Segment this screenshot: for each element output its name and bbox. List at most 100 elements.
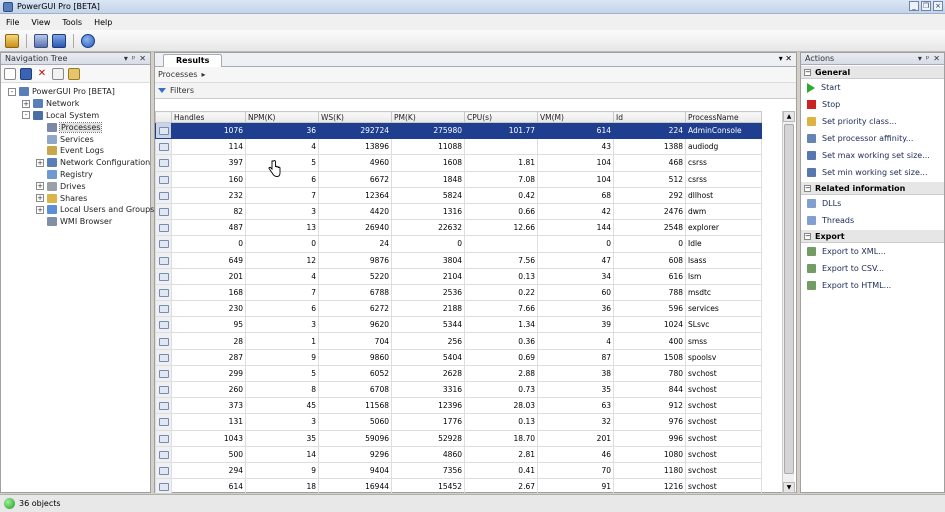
minimize-button[interactable]: _ <box>909 1 919 11</box>
action-set-priority-class[interactable]: Set priority class... <box>801 113 944 130</box>
collapse-icon[interactable]: − <box>804 68 811 76</box>
action-stop[interactable]: Stop <box>801 96 944 113</box>
help-icon[interactable] <box>81 33 95 48</box>
column-header-id[interactable]: Id <box>613 111 686 123</box>
collapse-icon[interactable]: - <box>22 111 30 120</box>
tree-item-network-configuration[interactable]: + Network Configuration <box>1 157 150 169</box>
maximize-button[interactable]: ❐ <box>921 1 931 11</box>
table-row[interactable]: 487 13 26940 22632 12.66 144 2548 explorer <box>155 219 762 237</box>
expand-icon[interactable]: + <box>36 194 44 203</box>
table-row[interactable]: 131 3 5060 1776 0.13 32 976 svchost <box>155 413 762 431</box>
expand-icon[interactable]: + <box>36 182 44 191</box>
new-item-icon[interactable] <box>4 67 16 80</box>
scroll-down-icon[interactable]: ▼ <box>783 482 795 493</box>
table-row[interactable]: 0 0 24 0 0 0 Idle <box>155 235 762 253</box>
action-dlls[interactable]: DLLs <box>801 195 944 212</box>
script-editor-icon[interactable] <box>34 33 48 48</box>
breadcrumb-arrow-icon[interactable]: ▸ <box>201 70 205 79</box>
action-set-processor-affinity[interactable]: Set processor affinity... <box>801 130 944 147</box>
navigate-icon[interactable] <box>5 33 19 48</box>
scroll-up-icon[interactable]: ▲ <box>783 111 795 122</box>
action-set-min-working-set-size[interactable]: Set min working set size... <box>801 164 944 181</box>
vertical-scrollbar[interactable]: ▲ ▼ <box>782 111 795 493</box>
table-row[interactable]: 160 6 6672 1848 7.08 104 512 csrss <box>155 170 762 188</box>
table-cell: 6788 <box>318 283 392 302</box>
table-row[interactable]: 1076 36 292724 275980 101.77 614 224 AdminConso… <box>155 121 762 140</box>
filters-bar[interactable]: Filters <box>155 83 796 99</box>
action-threads[interactable]: Threads <box>801 212 944 229</box>
tab-results[interactable]: Results <box>163 54 223 67</box>
action-export-to-csv[interactable]: Export to CSV... <box>801 260 944 277</box>
table-row[interactable]: 649 12 9876 3804 7.56 47 608 lsass <box>155 251 762 269</box>
menu-help[interactable]: Help <box>94 18 112 27</box>
actions-section-export[interactable]: − Export <box>801 230 944 243</box>
tree-item-registry[interactable]: Registry <box>1 169 150 181</box>
scroll-thumb[interactable] <box>784 124 794 474</box>
tree-item-drives[interactable]: + Drives <box>1 180 150 192</box>
tree-item-powergui-pro-beta[interactable]: - PowerGUI Pro [BETA] <box>1 86 150 98</box>
tree-item-local-system[interactable]: - Local System <box>1 110 150 122</box>
table-row[interactable]: 294 9 9404 7356 0.41 70 1180 svchost <box>155 461 762 480</box>
tree-item-wmi-browser[interactable]: WMI Browser <box>1 216 150 228</box>
import-icon[interactable] <box>68 67 80 80</box>
collapse-icon[interactable]: - <box>8 87 16 96</box>
action-set-max-working-set-size[interactable]: Set max working set size... <box>801 147 944 164</box>
powershell-icon[interactable] <box>52 33 66 48</box>
panel-close-icon[interactable]: ✕ <box>139 54 146 63</box>
panel-menu-icon[interactable]: ▾ <box>124 54 128 63</box>
panel-close-icon[interactable]: ✕ <box>933 54 940 63</box>
tree-item-processes[interactable]: Processes <box>1 121 150 133</box>
table-row[interactable]: 232 7 12364 5824 0.42 68 292 dllhost <box>155 186 762 204</box>
column-header-vm-m[interactable]: VM(M) <box>537 111 614 123</box>
table-row[interactable]: 614 18 16944 15452 2.67 91 1216 svchost <box>155 478 762 493</box>
action-start[interactable]: Start <box>801 79 944 96</box>
close-button[interactable]: × <box>933 1 943 11</box>
collapse-icon[interactable]: − <box>804 184 811 192</box>
column-header-ws-k[interactable]: WS(K) <box>318 111 392 123</box>
action-export-to-html[interactable]: Export to HTML... <box>801 277 944 294</box>
save-icon[interactable] <box>20 67 32 80</box>
table-row[interactable]: 397 5 4960 1608 1.81 104 468 csrss <box>155 154 762 172</box>
table-row[interactable]: 168 7 6788 2536 0.22 60 788 msdtc <box>155 283 762 302</box>
panel-menu-icon[interactable]: ▾ <box>918 54 922 63</box>
tree-item-network[interactable]: + Network <box>1 98 150 110</box>
action-export-to-xml[interactable]: Export to XML... <box>801 243 944 260</box>
delete-icon[interactable]: ✕ <box>36 67 48 80</box>
table-row[interactable]: 500 14 9296 4860 2.81 46 1080 svchost <box>155 445 762 463</box>
menu-view[interactable]: View <box>31 18 50 27</box>
expand-icon[interactable]: + <box>22 99 30 108</box>
tree-item-local-users-and-groups[interactable]: + Local Users and Groups <box>1 204 154 216</box>
collapse-icon[interactable]: − <box>804 232 811 240</box>
column-header-handles[interactable]: Handles <box>171 111 246 123</box>
navigation-tree-header: Navigation Tree ▾ ᵖ ✕ <box>1 53 150 65</box>
tree-item-event-logs[interactable]: Event Logs <box>1 145 150 157</box>
column-header-pm-k[interactable]: PM(K) <box>391 111 465 123</box>
menu-tools[interactable]: Tools <box>62 18 82 27</box>
column-header-npm-k[interactable]: NPM(K) <box>245 111 319 123</box>
tree-item-services[interactable]: Services <box>1 133 150 145</box>
expand-icon[interactable]: + <box>36 205 44 214</box>
table-row[interactable]: 230 6 6272 2188 7.66 36 596 services <box>155 300 762 318</box>
tab-controls[interactable]: ▾ ✕ <box>779 54 792 63</box>
breadcrumb-processes[interactable]: Processes <box>158 70 197 79</box>
actions-section-general[interactable]: − General <box>801 66 944 79</box>
table-row[interactable]: 287 9 9860 5404 0.69 87 1508 spoolsv <box>155 348 762 366</box>
column-header-processname[interactable]: ProcessName <box>685 111 762 123</box>
column-header-cpu-s[interactable]: CPU(s) <box>464 111 538 123</box>
menu-file[interactable]: File <box>6 18 19 27</box>
table-row[interactable]: 95 3 9620 5344 1.34 39 1024 SLsvc <box>155 316 762 334</box>
expand-icon[interactable]: + <box>36 158 44 167</box>
table-row[interactable]: 82 3 4420 1316 0.66 42 2476 dwm <box>155 202 762 221</box>
properties-icon[interactable] <box>52 67 64 80</box>
pin-icon[interactable]: ᵖ <box>926 54 929 63</box>
table-row[interactable]: 201 4 5220 2104 0.13 34 616 lsm <box>155 267 762 285</box>
table-row[interactable]: 1043 35 59096 52928 18.70 201 996 svchost <box>155 429 762 447</box>
actions-section-related-information[interactable]: − Related information <box>801 182 944 195</box>
tree-item-shares[interactable]: + Shares <box>1 192 150 204</box>
table-row[interactable]: 114 4 13896 11088 43 1388 audiodg <box>155 138 762 156</box>
table-row[interactable]: 260 8 6708 3316 0.73 35 844 svchost <box>155 380 762 399</box>
table-row[interactable]: 373 45 11568 12396 28.03 63 912 svchost <box>155 397 762 415</box>
pin-icon[interactable]: ᵖ <box>132 54 135 63</box>
table-row[interactable]: 28 1 704 256 0.36 4 400 smss <box>155 332 762 350</box>
table-row[interactable]: 299 5 6052 2628 2.88 38 780 svchost <box>155 364 762 383</box>
